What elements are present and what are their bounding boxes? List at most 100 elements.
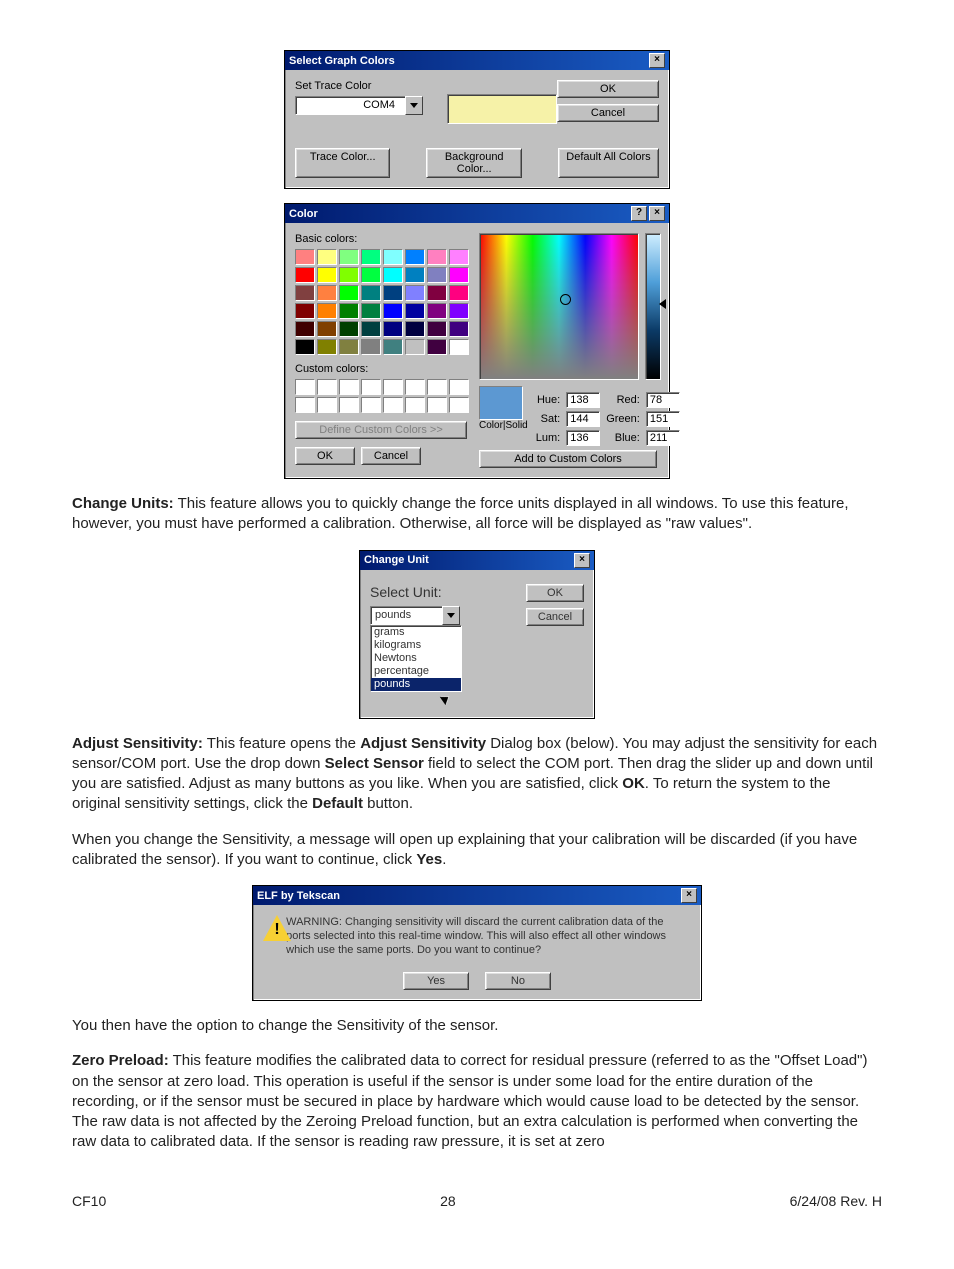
color-swatch[interactable]: [295, 303, 315, 319]
color-swatch[interactable]: [339, 321, 359, 337]
color-swatch[interactable]: [317, 303, 337, 319]
list-item[interactable]: grams: [371, 626, 461, 639]
color-gradient-picker[interactable]: [479, 233, 639, 380]
chevron-down-icon[interactable]: [405, 96, 423, 115]
unit-listbox[interactable]: grams kilograms Newtons percentage pound…: [370, 625, 462, 692]
color-swatch[interactable]: [317, 285, 337, 301]
color-swatch[interactable]: [317, 249, 337, 265]
custom-color-swatch[interactable]: [383, 397, 403, 413]
yes-button[interactable]: Yes: [403, 972, 469, 990]
custom-color-swatch[interactable]: [383, 379, 403, 395]
color-swatch[interactable]: [449, 249, 469, 265]
color-swatch[interactable]: [449, 321, 469, 337]
color-swatch[interactable]: [383, 267, 403, 283]
custom-color-swatch[interactable]: [427, 379, 447, 395]
color-swatch[interactable]: [449, 285, 469, 301]
color-swatch[interactable]: [405, 303, 425, 319]
close-icon[interactable]: ×: [574, 553, 590, 568]
custom-color-swatch[interactable]: [449, 397, 469, 413]
custom-color-swatch[interactable]: [317, 379, 337, 395]
define-custom-colors-button[interactable]: Define Custom Colors >>: [295, 421, 467, 439]
close-icon[interactable]: ×: [681, 888, 697, 903]
color-swatch[interactable]: [361, 249, 381, 265]
close-icon[interactable]: ×: [649, 53, 665, 68]
luminance-arrow-icon[interactable]: [659, 299, 666, 309]
color-swatch[interactable]: [383, 321, 403, 337]
color-swatch[interactable]: [383, 303, 403, 319]
default-all-colors-button[interactable]: Default All Colors: [558, 148, 659, 178]
color-swatch[interactable]: [383, 285, 403, 301]
color-swatch[interactable]: [361, 303, 381, 319]
color-swatch[interactable]: [405, 267, 425, 283]
custom-color-swatch[interactable]: [295, 379, 315, 395]
custom-color-swatch[interactable]: [361, 379, 381, 395]
color-swatch[interactable]: [295, 267, 315, 283]
list-item[interactable]: kilograms: [371, 639, 461, 652]
custom-color-swatch[interactable]: [339, 379, 359, 395]
color-swatch[interactable]: [405, 321, 425, 337]
color-swatch[interactable]: [427, 267, 447, 283]
color-swatch[interactable]: [295, 339, 315, 355]
cancel-button[interactable]: Cancel: [557, 104, 659, 122]
custom-colors-grid[interactable]: [295, 379, 469, 413]
unit-dropdown[interactable]: pounds: [370, 606, 460, 625]
color-swatch[interactable]: [295, 249, 315, 265]
color-swatch[interactable]: [317, 267, 337, 283]
custom-color-swatch[interactable]: [427, 397, 447, 413]
custom-color-swatch[interactable]: [405, 379, 425, 395]
chevron-down-icon[interactable]: [442, 606, 460, 625]
color-swatch[interactable]: [361, 321, 381, 337]
color-swatch[interactable]: [317, 339, 337, 355]
list-item[interactable]: Newtons: [371, 652, 461, 665]
close-icon[interactable]: ×: [649, 206, 665, 221]
color-swatch[interactable]: [361, 339, 381, 355]
custom-color-swatch[interactable]: [339, 397, 359, 413]
lum-input[interactable]: [566, 430, 600, 446]
color-swatch[interactable]: [427, 339, 447, 355]
color-swatch[interactable]: [449, 267, 469, 283]
ok-button[interactable]: OK: [526, 584, 584, 602]
color-swatch[interactable]: [339, 303, 359, 319]
blue-input[interactable]: [646, 430, 680, 446]
custom-color-swatch[interactable]: [317, 397, 337, 413]
help-icon[interactable]: ?: [631, 206, 647, 221]
color-swatch[interactable]: [405, 249, 425, 265]
color-swatch[interactable]: [383, 249, 403, 265]
color-swatch[interactable]: [427, 303, 447, 319]
green-input[interactable]: [646, 411, 680, 427]
color-swatch[interactable]: [295, 285, 315, 301]
color-swatch[interactable]: [361, 285, 381, 301]
custom-color-swatch[interactable]: [449, 379, 469, 395]
list-item[interactable]: percentage: [371, 665, 461, 678]
red-input[interactable]: [646, 392, 680, 408]
custom-color-swatch[interactable]: [405, 397, 425, 413]
color-swatch[interactable]: [427, 321, 447, 337]
no-button[interactable]: No: [485, 972, 551, 990]
com-port-dropdown[interactable]: COM4: [295, 96, 423, 115]
color-swatch[interactable]: [317, 321, 337, 337]
color-swatch[interactable]: [449, 339, 469, 355]
background-color-button[interactable]: Background Color...: [426, 148, 521, 178]
color-swatch[interactable]: [361, 267, 381, 283]
list-item-selected[interactable]: pounds: [371, 678, 461, 691]
color-swatch[interactable]: [339, 267, 359, 283]
ok-button[interactable]: OK: [557, 80, 659, 98]
add-to-custom-colors-button[interactable]: Add to Custom Colors: [479, 450, 657, 468]
color-swatch[interactable]: [449, 303, 469, 319]
color-swatch[interactable]: [339, 339, 359, 355]
color-swatch[interactable]: [295, 321, 315, 337]
ok-button[interactable]: OK: [295, 447, 355, 465]
custom-color-swatch[interactable]: [295, 397, 315, 413]
hue-input[interactable]: [566, 392, 600, 408]
cancel-button[interactable]: Cancel: [526, 608, 584, 626]
color-swatch[interactable]: [383, 339, 403, 355]
color-swatch[interactable]: [405, 285, 425, 301]
sat-input[interactable]: [566, 411, 600, 427]
cancel-button[interactable]: Cancel: [361, 447, 421, 465]
color-swatch[interactable]: [427, 249, 447, 265]
trace-color-button[interactable]: Trace Color...: [295, 148, 390, 178]
color-swatch[interactable]: [405, 339, 425, 355]
color-swatch[interactable]: [339, 285, 359, 301]
color-swatch[interactable]: [427, 285, 447, 301]
color-swatch[interactable]: [339, 249, 359, 265]
